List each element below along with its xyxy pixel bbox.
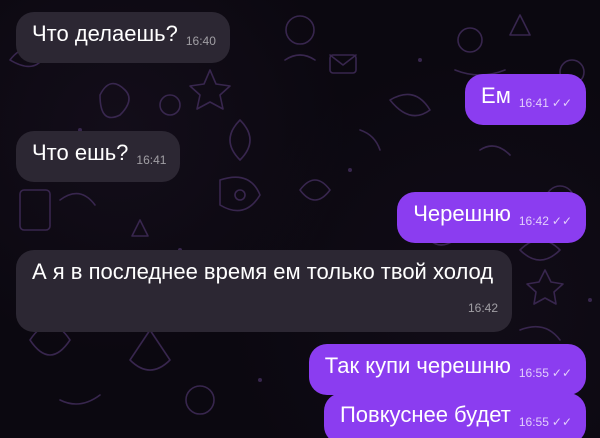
- read-double-check-icon: ✓✓: [551, 96, 572, 110]
- message-time: 16:42 ✓✓: [519, 207, 572, 235]
- message-time-value: 16:55: [518, 366, 549, 380]
- message-time: 16:55 ✓✓: [519, 359, 572, 387]
- message-bubble-incoming[interactable]: А я в последнее время ем только твой хол…: [16, 250, 512, 332]
- message-bubble-outgoing[interactable]: Черешню 16:42 ✓✓: [397, 192, 586, 243]
- message-text: Черешню: [413, 201, 511, 226]
- read-double-check-icon: ✓✓: [551, 415, 572, 429]
- message-text: Повкуснее будет: [339, 402, 511, 427]
- read-double-check-icon: ✓✓: [551, 366, 572, 380]
- message-time-value: 16:41: [518, 96, 549, 110]
- chat-area[interactable]: Что делаешь? 16:40 Ем 16:41 ✓✓ Что ешь? 16:4…: [0, 0, 600, 438]
- message-bubble-incoming[interactable]: Что делаешь? 16:40: [16, 12, 230, 63]
- message-time: 16:42: [467, 301, 498, 315]
- message-text: Что ешь?: [32, 140, 129, 165]
- message-text: Что делаешь?: [32, 21, 178, 46]
- message-bubble-incoming[interactable]: Что ешь? 16:41: [16, 131, 181, 182]
- read-double-check-icon: ✓✓: [551, 214, 572, 228]
- message-time-value: 16:42: [518, 214, 549, 228]
- message-bubble-outgoing[interactable]: Повкуснее будет 16:55 ✓✓: [323, 393, 586, 438]
- message-time-value: 16:55: [518, 415, 549, 429]
- message-text: А я в последнее время ем только твой хол…: [32, 259, 494, 284]
- message-text: Так купи черешню: [324, 353, 511, 378]
- message-time: 16:55 ✓✓: [519, 408, 572, 436]
- message-time: 16:40: [185, 34, 216, 48]
- message-bubble-outgoing[interactable]: Так купи черешню 16:55 ✓✓: [308, 344, 586, 395]
- message-time: 16:41 ✓✓: [519, 89, 572, 117]
- message-text: Ем: [481, 83, 511, 108]
- message-time: 16:41: [136, 153, 167, 167]
- message-bubble-outgoing[interactable]: Ем 16:41 ✓✓: [465, 74, 586, 125]
